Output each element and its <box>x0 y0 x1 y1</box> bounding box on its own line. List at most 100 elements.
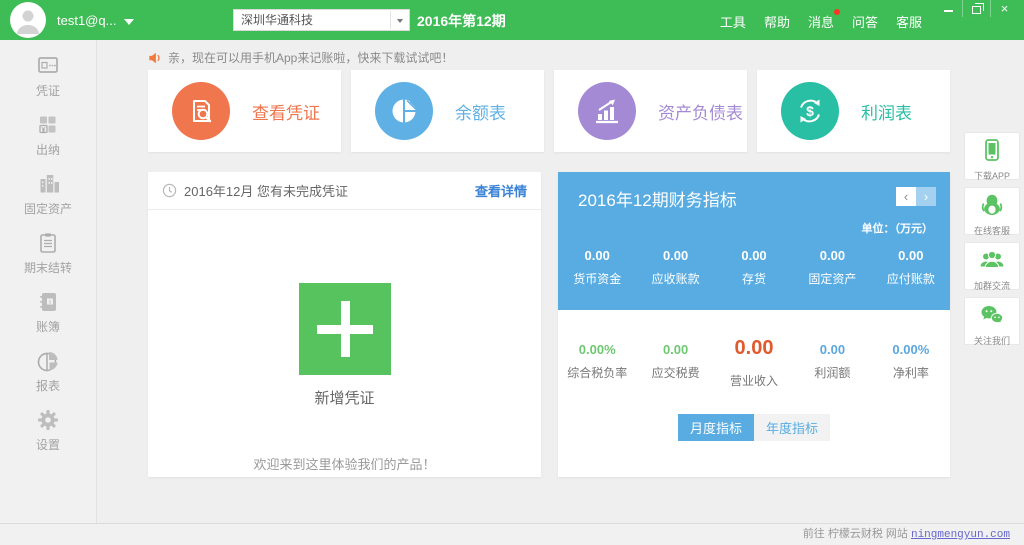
add-voucher-button[interactable] <box>299 283 391 375</box>
sidebar-label: 期末结转 <box>24 261 72 275</box>
company-select-value: 深圳华通科技 <box>241 13 313 27</box>
stat-label: 净利率 <box>872 364 950 381</box>
company-select[interactable]: 深圳华通科技 <box>233 9 410 31</box>
balance-table-icon <box>375 82 433 140</box>
stat-label: 应交税费 <box>636 364 714 381</box>
stat-value: 0.00 <box>636 342 714 357</box>
voucher-panel-title: 2016年12月 您有未完成凭证 <box>184 181 468 200</box>
primary-stats-row: 0.00货币资金 0.00应收账款 0.00存货 0.00固定资产 0.00应付… <box>558 248 950 287</box>
group-icon <box>979 247 1005 273</box>
notification-text: 亲，现在可以用手机App来记账啦，快来下载试试吧！ <box>168 49 453 66</box>
welcome-text: 欢迎来到这里体验我们的产品！ <box>148 454 541 473</box>
unfinished-voucher-panel: 2016年12月 您有未完成凭证 查看详情 新增凭证 欢迎来到这里体验我们的产品… <box>148 172 541 477</box>
indicator-white-section: 0.00%综合税负率 0.00应交税费 0.00营业收入 0.00利润额 0.0… <box>558 310 950 477</box>
gear-icon <box>35 407 61 433</box>
stat-monetary-funds: 0.00 货币资金 <box>558 248 636 287</box>
stat-value: 0.00% <box>872 342 950 357</box>
sidebar-item-period-end[interactable]: 期末结转 <box>0 230 96 289</box>
sidebar-label: 出纳 <box>36 143 60 157</box>
stat-value: 0.00 <box>715 248 793 263</box>
window-controls: × <box>934 0 1018 17</box>
cashier-icon <box>35 112 61 138</box>
user-avatar[interactable] <box>10 2 46 38</box>
stat-label: 货币资金 <box>558 270 636 287</box>
menu-tools[interactable]: 工具 <box>720 12 746 31</box>
side-tools: 下载APP 在线客服 加群交流 关注我们 <box>964 132 1020 345</box>
join-group-button[interactable]: 加群交流 <box>964 242 1020 290</box>
stat-value: 0.00 <box>793 248 871 263</box>
stat-net-margin: 0.00% 净利率 <box>872 342 950 389</box>
follow-us-button[interactable]: 关注我们 <box>964 297 1020 345</box>
online-support-button[interactable]: 在线客服 <box>964 187 1020 235</box>
qq-penguin-icon <box>979 192 1005 218</box>
accounting-period: 2016年第12期 <box>417 11 506 31</box>
prev-period-button[interactable]: ‹ <box>896 187 916 206</box>
maximize-icon <box>972 6 981 14</box>
indicator-tabs: 月度指标 年度指标 <box>558 414 950 441</box>
view-voucher-card[interactable]: 查看凭证 <box>148 70 341 152</box>
stat-label: 综合税负率 <box>558 364 636 381</box>
menu-messages[interactable]: 消息 <box>808 12 834 31</box>
stat-label: 存货 <box>715 270 793 287</box>
top-menu: 工具 帮助 消息 问答 客服 <box>720 12 922 31</box>
close-icon: × <box>1001 2 1009 15</box>
dashboard-panels: 2016年12月 您有未完成凭证 查看详情 新增凭证 欢迎来到这里体验我们的产品… <box>148 172 950 477</box>
stat-inventory: 0.00 存货 <box>715 248 793 287</box>
sidebar-item-settings[interactable]: 设置 <box>0 407 96 466</box>
stat-value: 0.00% <box>558 342 636 357</box>
sidebar-item-ledgers[interactable]: $ 账簿 <box>0 289 96 348</box>
stat-label: 营业收入 <box>715 372 793 389</box>
menu-support[interactable]: 客服 <box>896 12 922 31</box>
notification-bar: 亲，现在可以用手机App来记账啦，快来下载试试吧！ <box>148 49 453 66</box>
website-link[interactable]: ningmengyun.com <box>911 529 1010 541</box>
sidebar-label: 凭证 <box>36 84 60 98</box>
app-window: test1@q... 深圳华通科技 2016年第12期 工具 帮助 消息 问答 … <box>0 0 1024 545</box>
quick-card-label: 利润表 <box>861 99 912 124</box>
menu-qa[interactable]: 问答 <box>852 12 878 31</box>
close-button[interactable]: × <box>990 0 1018 17</box>
indicator-blue-section: 2016年12期财务指标 ‹ › 单位：（万元） 0.00货币资金 0.00应收… <box>558 172 950 310</box>
view-detail-link[interactable]: 查看详情 <box>475 181 527 200</box>
download-app-button[interactable]: 下载APP <box>964 132 1020 180</box>
phone-icon <box>979 137 1005 163</box>
voucher-panel-header: 2016年12月 您有未完成凭证 查看详情 <box>148 172 541 210</box>
financial-indicator-panel: 2016年12期财务指标 ‹ › 单位：（万元） 0.00货币资金 0.00应收… <box>558 172 950 477</box>
sidebar-label: 报表 <box>36 379 60 393</box>
stat-label: 利润额 <box>793 364 871 381</box>
select-dropdown-icon[interactable] <box>390 11 408 29</box>
tool-label: 在线客服 <box>965 224 1019 237</box>
svg-text:$: $ <box>806 103 814 119</box>
stat-operating-revenue: 0.00营业收入 <box>715 342 793 389</box>
tab-yearly-indicators[interactable]: 年度指标 <box>754 414 830 441</box>
stat-label: 应收账款 <box>636 270 714 287</box>
maximize-button[interactable] <box>962 0 990 17</box>
tab-monthly-indicators[interactable]: 月度指标 <box>678 414 754 441</box>
balance-table-card[interactable]: 余额表 <box>351 70 544 152</box>
user-dropdown-caret-icon[interactable] <box>124 19 134 25</box>
secondary-stats-row: 0.00%综合税负率 0.00应交税费 0.00营业收入 0.00利润额 0.0… <box>558 342 950 389</box>
minimize-button[interactable] <box>934 0 962 17</box>
stat-tax-burden-rate: 0.00% 综合税负率 <box>558 342 636 389</box>
buildings-icon <box>35 171 61 197</box>
main-content: 亲，现在可以用手机App来记账啦，快来下载试试吧！ 查看凭证 余额表 资产负债表 <box>98 40 1024 523</box>
profit-table-icon: $ <box>781 82 839 140</box>
sidebar-item-reports[interactable]: 报表 <box>0 348 96 407</box>
sidebar-item-fixed-assets[interactable]: 固定资产 <box>0 171 96 230</box>
menu-help[interactable]: 帮助 <box>764 12 790 31</box>
username[interactable]: test1@q... <box>57 13 116 28</box>
stat-fixed-assets: 0.00固定资产 <box>793 248 871 287</box>
sidebar-item-cashier[interactable]: 出纳 <box>0 112 96 171</box>
stat-value: 0.00 <box>872 248 950 263</box>
balance-sheet-card[interactable]: 资产负债表 <box>554 70 747 152</box>
voucher-icon <box>35 53 61 79</box>
wechat-icon <box>979 302 1005 328</box>
next-period-button[interactable]: › <box>916 187 936 206</box>
stat-value: 0.00 <box>715 337 793 360</box>
indicator-title: 2016年12期财务指标 <box>578 186 737 211</box>
profit-table-card[interactable]: $ 利润表 <box>757 70 950 152</box>
stat-label: 应付账款 <box>872 270 950 287</box>
view-voucher-icon <box>172 82 230 140</box>
quick-card-label: 资产负债表 <box>658 99 743 124</box>
sidebar-item-voucher[interactable]: 凭证 <box>0 53 96 112</box>
stat-value: 0.00 <box>558 248 636 263</box>
